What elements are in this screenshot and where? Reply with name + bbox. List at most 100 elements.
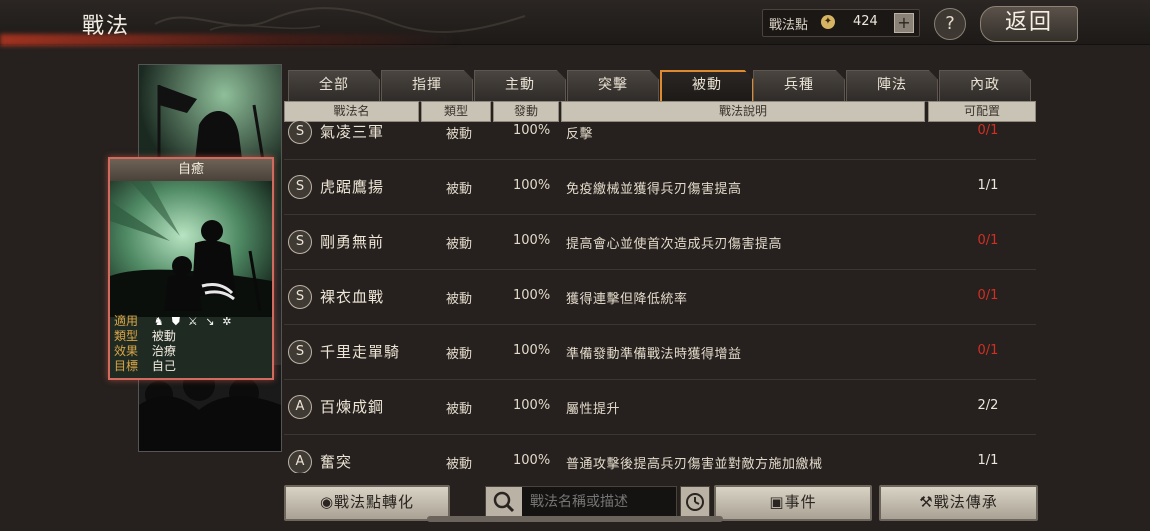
tactic-points-display: 戰法點 ✦ 424 + [762,9,920,37]
shield-icon: ⛊ [171,315,180,328]
tactic-name: 千里走單騎 [320,343,401,361]
info-key: 適用 [114,314,139,328]
tactic-slots: 1/1 [977,453,999,468]
selected-tactic-card[interactable]: 自癒 適用 ♞ ⛊ ⚔ ↘ ✲ 類型 被動 效果 治療 目標 自己 [108,157,274,380]
info-key: 目標 [114,359,139,373]
tactic-slots: 2/2 [977,398,999,413]
tactic-name: 百煉成鋼 [320,398,385,416]
tactic-description: 反擊 [566,127,594,142]
grade-badge: A [288,450,312,473]
top-bar: 戰法 戰法點 ✦ 424 + ? 返回 [0,0,1150,46]
table-row[interactable]: S 氣凌三軍 被動 100% 反擊 0/1 [284,121,1036,160]
tactic-rate: 100% [513,398,551,413]
tactic-slots: 0/1 [977,343,999,358]
grade-badge: S [288,285,312,309]
tactic-type: 被動 [446,127,473,142]
tactic-description: 準備發動準備戰法時獲得增益 [566,347,742,362]
info-value: 被動 [151,329,176,343]
add-points-button[interactable]: + [894,13,914,33]
events-label: 事件 [784,493,817,511]
sort-by-time-button[interactable] [680,486,710,518]
clock-icon [686,493,704,511]
tactic-rate: 100% [513,123,551,138]
search-button[interactable] [486,487,522,517]
tactic-slots: 0/1 [977,288,999,303]
tactic-description: 普通攻擊後提高兵刃傷害並對敵方施加繳械 [566,457,823,472]
tactic-name: 氣凌三軍 [320,123,385,141]
column-header-name[interactable]: 戰法名 [284,101,419,122]
cloud-ornament [154,7,526,34]
column-header-rate[interactable]: 發動 [493,101,559,122]
tactic-type: 被動 [446,182,473,197]
grade-badge: S [288,121,312,144]
table-row[interactable]: A 奮突 被動 100% 普通攻擊後提高兵刃傷害並對敵方施加繳械 1/1 [284,434,1036,473]
tab-formation[interactable]: 陣法 [846,70,938,102]
info-key: 效果 [114,344,139,358]
scroll-icon: ▣ [769,493,785,511]
tactic-type: 被動 [446,292,473,307]
tactic-rate: 100% [513,343,551,358]
tactic-name: 剛勇無前 [320,233,385,251]
tactic-description: 屬性提升 [566,402,621,417]
grade-badge: S [288,230,312,254]
convert-points-button[interactable]: ◉戰法點轉化 [284,485,450,521]
crossed-weapons-icon: ⚔ [187,315,198,328]
tactic-type: 被動 [446,457,473,472]
table-row[interactable]: S 裸衣血戰 被動 100% 獲得連擊但降低統率 0/1 [284,269,1036,325]
table-row[interactable]: S 虎踞鷹揚 被動 100% 免疫繳械並獲得兵刃傷害提高 1/1 [284,159,1036,215]
tactic-points-label: 戰法點 [769,18,809,33]
events-button[interactable]: ▣事件 [714,485,872,521]
scroll-indicator[interactable] [427,516,723,522]
info-value: 治療 [151,344,176,358]
tactic-slots: 0/1 [977,123,999,138]
tactic-slots: 1/1 [977,178,999,193]
tactic-list[interactable]: S 氣凌三軍 被動 100% 反擊 0/1 S 虎踞鷹揚 被動 100% 免疫繳… [284,121,1036,473]
grade-badge: A [288,395,312,419]
table-row[interactable]: A 百煉成鋼 被動 100% 屬性提升 2/2 [284,379,1036,435]
tab-passive[interactable]: 被動 [660,70,754,104]
info-row-type: 類型 被動 [114,329,269,344]
hammer-icon: ⚒ [919,493,934,511]
tactic-type: 被動 [446,402,473,417]
tactic-name: 裸衣血戰 [320,288,385,306]
convert-icon: ◉ [319,493,335,511]
inherit-tactic-button[interactable]: ⚒戰法傳承 [879,485,1038,521]
tactic-type: 被動 [446,237,473,252]
tactic-rate: 100% [513,453,551,468]
search-icon [493,491,515,513]
compass-icon: ✦ [821,15,835,29]
info-row-applicable: 適用 ♞ ⛊ ⚔ ↘ ✲ [114,314,269,329]
tab-troop[interactable]: 兵種 [753,70,845,102]
tab-internal[interactable]: 內政 [939,70,1031,102]
back-button[interactable]: 返回 [980,6,1078,42]
tactic-rate: 100% [513,178,551,193]
tactic-type: 被動 [446,347,473,362]
tactic-name: 虎踞鷹揚 [320,178,385,196]
troop-type-icons: ♞ ⛊ ⚔ ↘ ✲ [152,314,237,329]
tab-all[interactable]: 全部 [288,70,380,102]
info-row-target: 目標 自己 [114,359,269,374]
table-row[interactable]: S 剛勇無前 被動 100% 提高會心並使首次造成兵刃傷害提高 0/1 [284,214,1036,270]
help-button[interactable]: ? [934,8,966,40]
info-key: 類型 [114,329,139,343]
convert-points-label: 戰法點轉化 [334,493,415,511]
grade-badge: S [288,340,312,364]
column-header-type[interactable]: 類型 [421,101,491,122]
tactic-name: 奮突 [320,453,353,471]
tactic-description: 提高會心並使首次造成兵刃傷害提高 [566,237,783,252]
column-header-slots[interactable]: 可配置 [928,101,1036,122]
column-header-description: 戰法說明 [561,101,925,122]
tactic-description: 免疫繳械並獲得兵刃傷害提高 [566,182,742,197]
inherit-tactic-label: 戰法傳承 [933,493,998,511]
table-row[interactable]: S 千里走單騎 被動 100% 準備發動準備戰法時獲得增益 0/1 [284,324,1036,380]
tab-command[interactable]: 指揮 [381,70,473,102]
search-input[interactable] [528,491,672,513]
tab-active[interactable]: 主動 [474,70,566,102]
tactic-slots: 0/1 [977,233,999,248]
tactic-points-value: 424 [853,14,878,29]
tab-assault[interactable]: 突擊 [567,70,659,102]
info-row-effect: 效果 治療 [114,344,269,359]
card-title: 自癒 [110,159,272,181]
search-box [485,486,677,518]
wheel-icon: ✲ [222,315,232,328]
